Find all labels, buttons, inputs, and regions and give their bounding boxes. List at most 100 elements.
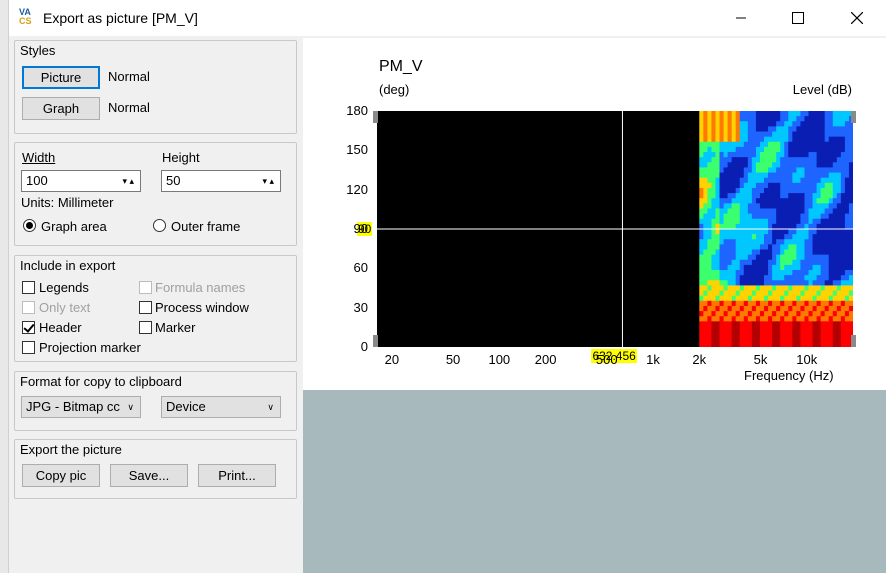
height-combo[interactable]: 50 ▾ ▴: [161, 170, 281, 192]
heatmap-cell: [747, 264, 753, 271]
heatmap-cell: [844, 259, 850, 266]
heatmap-cell: [844, 321, 850, 328]
spin-icon[interactable]: ▾ ▴: [262, 171, 274, 191]
heatmap-cell: [816, 157, 822, 163]
format-select[interactable]: JPG - Bitmap cc ∨: [21, 396, 141, 418]
heatmap-cell: [699, 326, 704, 333]
heatmap-cell: [759, 259, 765, 266]
heatmap-cell: [784, 280, 789, 287]
heatmap-cell: [784, 187, 789, 194]
heatmap-cell: [812, 300, 818, 307]
heatmap-cell: [796, 316, 802, 322]
width-combo[interactable]: 100 ▾ ▴: [21, 170, 141, 192]
heatmap-cell: [812, 136, 818, 143]
close-button[interactable]: [834, 0, 880, 36]
heatmap-cell: [836, 172, 842, 179]
heatmap-cell: [699, 111, 704, 117]
heatmap-cell: [840, 146, 846, 153]
heatmap-cell: [788, 172, 793, 179]
minimize-icon: [736, 17, 746, 19]
heatmap-cell: [780, 316, 785, 322]
heatmap-cell: [743, 234, 749, 240]
heatmap-cell: [747, 213, 753, 220]
format-value: JPG - Bitmap cc: [26, 399, 120, 414]
heatmap-cell: [804, 213, 810, 220]
heatmap-cell: [768, 290, 773, 297]
heatmap-cell: [800, 218, 806, 225]
heatmap-cell: [824, 254, 830, 261]
heatmap-cell: [735, 177, 741, 184]
process-window-checkbox[interactable]: [139, 301, 152, 314]
top-right-handle[interactable]: [851, 111, 856, 123]
maximize-button[interactable]: [775, 0, 821, 36]
heatmap-cell: [800, 116, 806, 122]
heatmap-cell: [719, 126, 725, 133]
title-bar[interactable]: VA CS Export as picture [PM_V]: [9, 0, 886, 36]
heatmap-cell: [715, 152, 721, 158]
heatmap-cell: [727, 331, 733, 338]
marker-label[interactable]: Marker: [155, 320, 195, 335]
outer-frame-label[interactable]: Outer frame: [171, 219, 240, 234]
copy-pic-button[interactable]: Copy pic: [22, 464, 100, 487]
heatmap-cell: [828, 300, 834, 307]
print-button[interactable]: Print...: [198, 464, 276, 487]
heatmap-cell: [703, 177, 708, 184]
heatmap-cell: [840, 218, 846, 225]
y-tick-label: 90: [353, 221, 368, 236]
header-checkbox[interactable]: [22, 321, 35, 334]
projection-marker-checkbox[interactable]: [22, 341, 35, 354]
heatmap-cell: [844, 285, 850, 292]
heatmap-cell: [747, 157, 753, 163]
heatmap-cell: [780, 157, 785, 163]
graph-area-label[interactable]: Graph area: [41, 219, 107, 234]
heatmap-cell: [727, 136, 733, 143]
heatmap-cell: [711, 280, 717, 287]
heatmap-cell: [804, 259, 810, 266]
x-tick-label: 20: [384, 352, 400, 367]
heatmap-cell: [751, 244, 757, 251]
device-select[interactable]: Device ∨: [161, 396, 281, 418]
heatmap-cell: [784, 126, 789, 133]
heatmap-plot[interactable]: [377, 111, 853, 347]
heatmap-cell: [711, 203, 717, 210]
minimize-button[interactable]: [718, 0, 764, 36]
spin-icon[interactable]: ▾ ▴: [122, 171, 134, 191]
outer-frame-radio[interactable]: [153, 219, 166, 232]
top-left-handle[interactable]: [373, 111, 378, 123]
bottom-left-handle[interactable]: [373, 335, 378, 347]
heatmap-cell: [792, 239, 797, 245]
heatmap-cell: [739, 305, 745, 312]
picture-style-button[interactable]: Picture: [22, 66, 100, 89]
save-button[interactable]: Save...: [110, 464, 188, 487]
heatmap-cell: [776, 285, 781, 292]
heatmap-cell: [727, 229, 733, 235]
graph-style-button[interactable]: Graph: [22, 97, 100, 120]
legends-label[interactable]: Legends: [39, 280, 89, 295]
process-window-label[interactable]: Process window: [155, 300, 249, 315]
heatmap-cell: [792, 203, 797, 210]
heatmap-cell: [832, 198, 838, 204]
heatmap-cell: [832, 162, 838, 169]
heatmap-cell: [828, 182, 834, 189]
marker-checkbox[interactable]: [139, 321, 152, 334]
heatmap-cell: [711, 177, 717, 184]
heatmap-cell: [743, 295, 749, 302]
heatmap-cell: [836, 254, 842, 261]
heatmap-cell: [816, 172, 822, 179]
heatmap-cell: [751, 131, 757, 138]
heatmap-cell: [759, 311, 765, 317]
bottom-right-handle[interactable]: [851, 335, 856, 347]
heatmap-cell: [719, 275, 725, 281]
projection-marker-label[interactable]: Projection marker: [39, 340, 141, 355]
header-label[interactable]: Header: [39, 320, 82, 335]
heatmap-cell: [751, 311, 757, 317]
heatmap-cell: [723, 295, 729, 302]
heatmap-cell: [844, 208, 850, 215]
heatmap-cell: [719, 111, 725, 117]
heatmap-cell: [840, 141, 846, 148]
legends-checkbox[interactable]: [22, 281, 35, 294]
heatmap-cell: [764, 341, 769, 347]
graph-area-radio[interactable]: [23, 219, 36, 232]
heatmap-cell: [848, 275, 853, 281]
heatmap-cell: [723, 121, 729, 127]
